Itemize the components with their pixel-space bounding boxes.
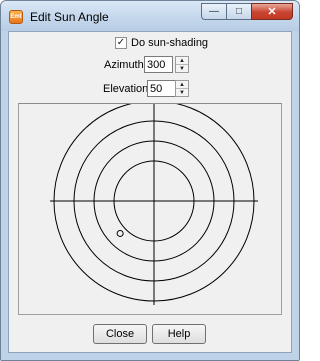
close-window-button[interactable]: ✕ (251, 3, 293, 20)
azimuth-down-arrow-icon[interactable]: ▼ (176, 65, 188, 72)
minimize-button[interactable]: — (201, 3, 226, 20)
window-controls: — □ ✕ (201, 3, 293, 21)
azimuth-input[interactable] (144, 56, 173, 73)
elevation-down-arrow-icon[interactable]: ▼ (176, 89, 188, 96)
dialog-client-area: ✓ Do sun-shading Azimuth: ▲ ▼ Elevation:… (8, 31, 292, 353)
sun-position-marker[interactable] (116, 229, 124, 237)
sky-polar-chart[interactable] (19, 104, 281, 314)
window-title: Edit Sun Angle (30, 10, 109, 24)
edit-sun-angle-dialog: Emt Edit Sun Angle — □ ✕ ✓ Do sun-shadin… (0, 0, 300, 361)
sun-position-canvas[interactable] (18, 103, 282, 315)
app-icon: Emt (9, 10, 23, 24)
elevation-input[interactable] (147, 80, 176, 97)
title-bar[interactable]: Emt Edit Sun Angle — □ ✕ (1, 1, 299, 31)
azimuth-label: Azimuth: (104, 59, 147, 71)
elevation-spinner[interactable]: ▲ ▼ (175, 80, 189, 97)
sun-shading-label[interactable]: Do sun-shading (131, 37, 208, 49)
elevation-up-arrow-icon[interactable]: ▲ (176, 81, 188, 89)
help-button[interactable]: Help (152, 324, 206, 344)
elevation-label: Elevation: (103, 83, 152, 95)
azimuth-up-arrow-icon[interactable]: ▲ (176, 57, 188, 65)
maximize-button[interactable]: □ (226, 3, 251, 20)
azimuth-spinner[interactable]: ▲ ▼ (175, 56, 189, 73)
close-button[interactable]: Close (93, 324, 147, 344)
sun-shading-checkbox[interactable]: ✓ (115, 37, 127, 49)
